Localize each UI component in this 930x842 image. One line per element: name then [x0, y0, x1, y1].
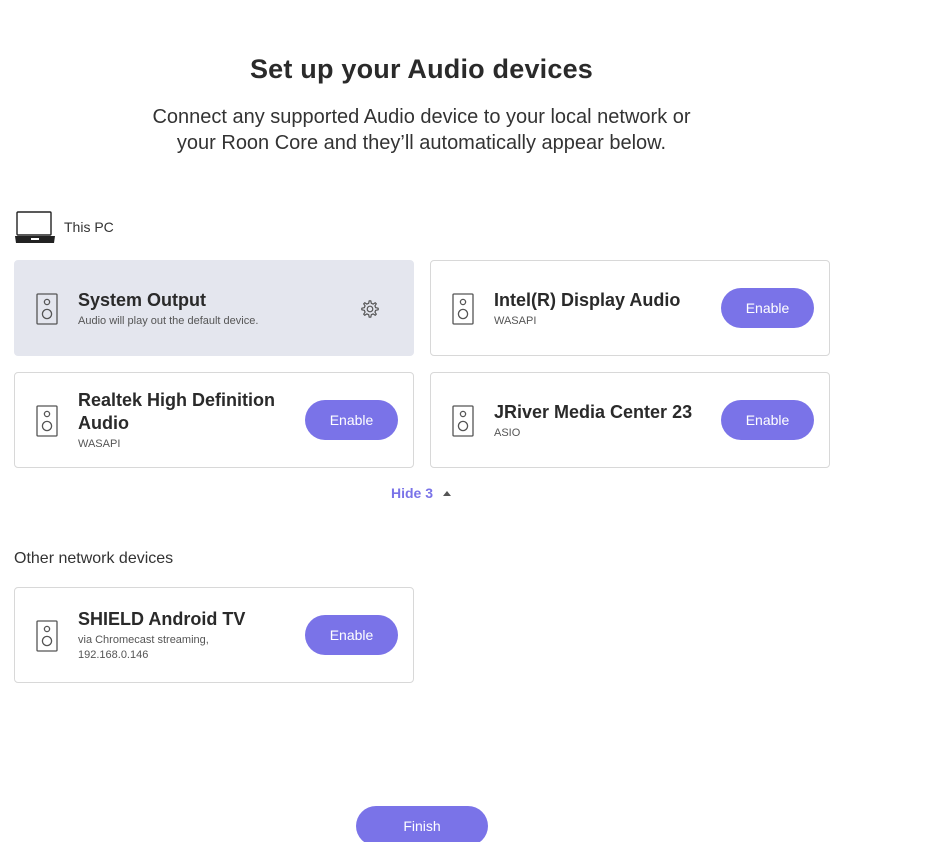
- hide-toggle-label: Hide 3: [391, 485, 434, 501]
- laptop-icon: [15, 211, 55, 243]
- speaker-icon: [452, 293, 474, 325]
- device-subtitle: Audio will play out the default device.: [78, 315, 259, 327]
- device-name: System Output: [78, 290, 207, 310]
- finish-button[interactable]: Finish: [356, 806, 488, 842]
- device-subtitle: via Chromecast streaming, 192.168.0.146: [78, 634, 209, 661]
- other-network-header: Other network devices: [14, 550, 174, 567]
- this-pc-header: This PC: [14, 210, 114, 244]
- device-card-jriver: JRiver Media Center 23 ASIO Enable: [430, 372, 830, 468]
- speaker-icon: [36, 620, 58, 652]
- enable-button[interactable]: Enable: [305, 615, 398, 655]
- device-name: Realtek High Definition Audio: [78, 390, 276, 433]
- subtitle-line-1: Connect any supported Audio device to yo…: [152, 106, 691, 128]
- subtitle-line-2: your Roon Core and they’ll automatically…: [176, 132, 667, 154]
- device-subtitle: WASAPI: [78, 438, 121, 450]
- enable-button[interactable]: Enable: [305, 400, 398, 440]
- enable-button[interactable]: Enable: [721, 400, 814, 440]
- speaker-icon: [36, 293, 58, 325]
- device-card-system-output[interactable]: System Output Audio will play out the de…: [14, 260, 414, 356]
- speaker-icon: [452, 405, 474, 437]
- device-name: Intel(R) Display Audio: [494, 290, 681, 310]
- device-card-realtek: Realtek High Definition Audio WASAPI Ena…: [14, 372, 414, 468]
- device-card-intel-display-audio: Intel(R) Display Audio WASAPI Enable: [430, 260, 830, 356]
- device-name: SHIELD Android TV: [78, 609, 246, 629]
- gear-icon[interactable]: [360, 299, 380, 319]
- device-card-shield-android-tv: SHIELD Android TV via Chromecast streami…: [14, 587, 414, 683]
- device-subtitle: ASIO: [494, 427, 521, 439]
- this-pc-label: This PC: [64, 219, 114, 235]
- device-subtitle: WASAPI: [494, 315, 537, 327]
- hide-devices-toggle[interactable]: Hide 3: [391, 485, 452, 501]
- device-name: JRiver Media Center 23: [494, 402, 693, 422]
- speaker-icon: [36, 405, 58, 437]
- page-title: Set up your Audio devices: [249, 54, 594, 84]
- enable-button[interactable]: Enable: [721, 288, 814, 328]
- page-subtitle: Connect any supported Audio device to yo…: [0, 104, 843, 156]
- caret-up-icon: [443, 490, 452, 496]
